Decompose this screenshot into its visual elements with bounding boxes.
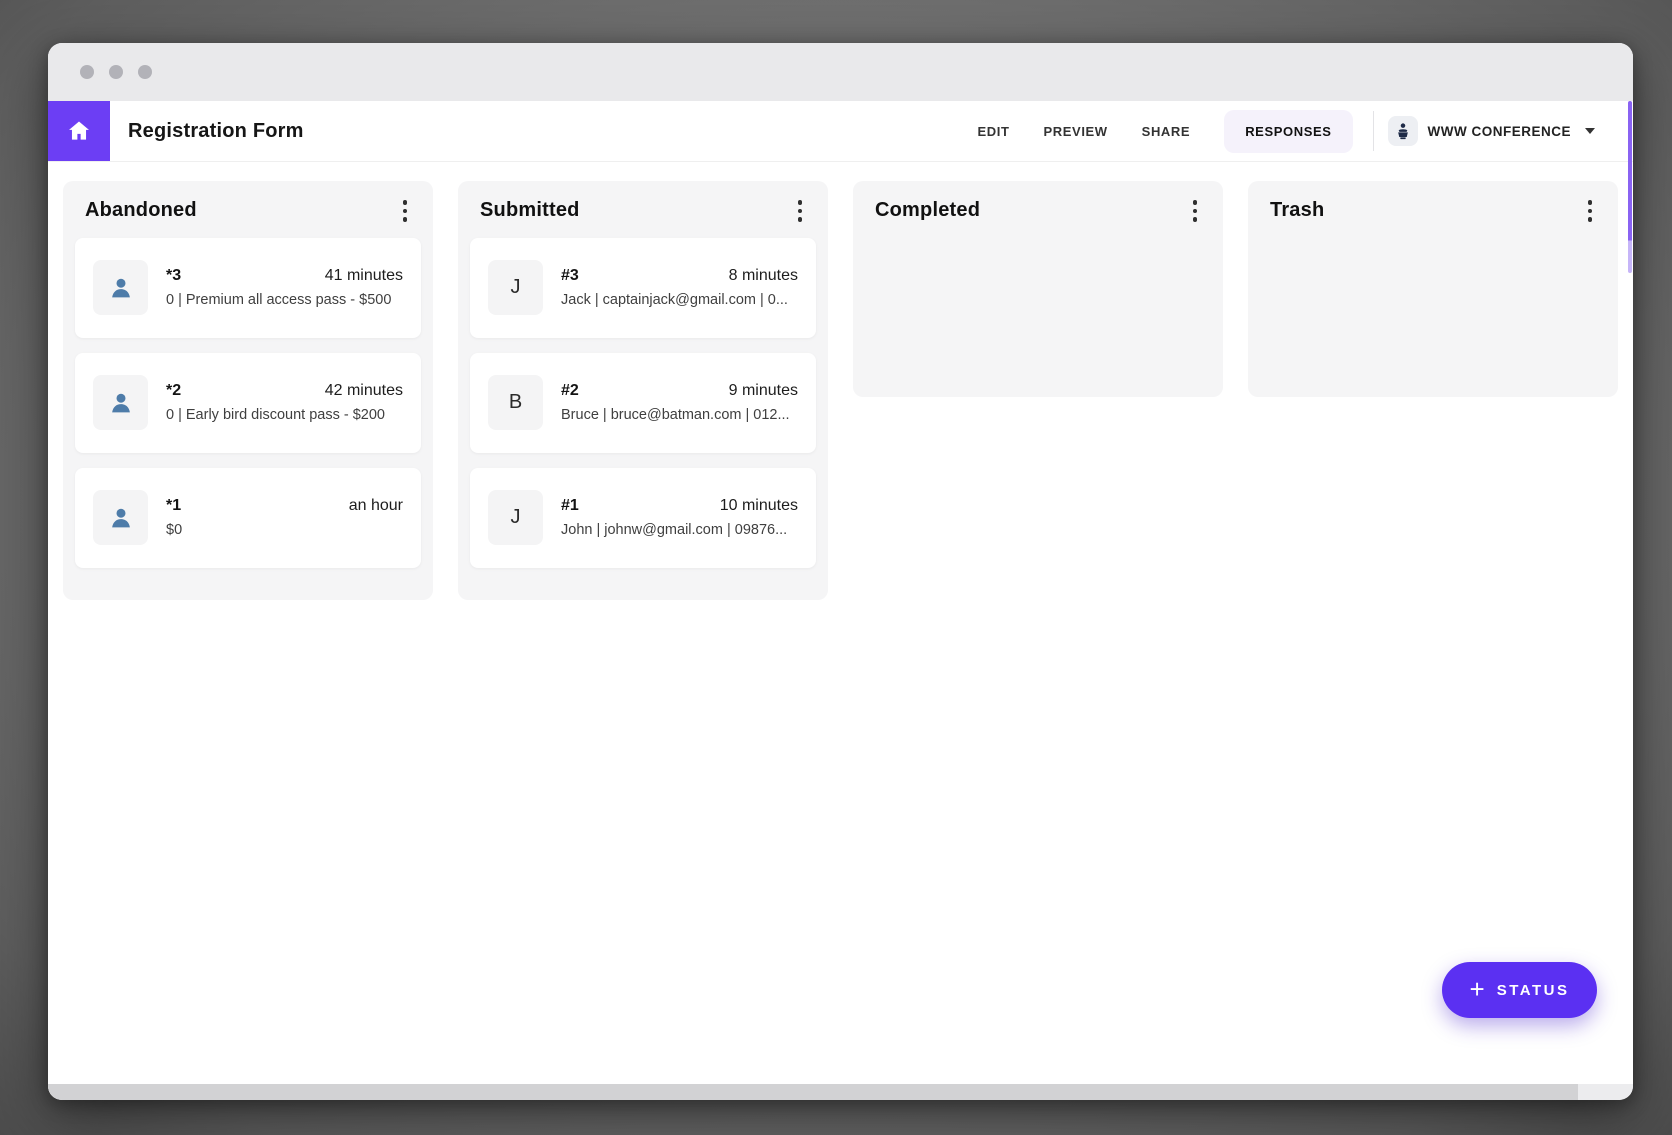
avatar-letter: B: [488, 375, 543, 430]
card-id: *2: [166, 382, 181, 400]
desktop-background: Registration Form EDIT PREVIEW SHARE RES…: [0, 0, 1672, 1135]
conference-speaker-icon: [1388, 116, 1418, 146]
column-title: Trash: [1270, 199, 1324, 222]
column-header: Submitted: [458, 181, 828, 238]
card-id: *3: [166, 267, 181, 285]
column-trash: Trash: [1248, 181, 1618, 397]
card-id: *1: [166, 497, 181, 515]
column-title: Submitted: [480, 199, 580, 222]
card-subtitle: 0 | Early bird discount pass - $200: [166, 407, 403, 423]
card-subtitle: Jack | captainjack@gmail.com | 0...: [561, 292, 798, 308]
plus-icon: +: [1470, 976, 1485, 1002]
response-card[interactable]: *1 an hour $0: [75, 468, 421, 568]
column-title: Completed: [875, 199, 980, 222]
window-control-dot[interactable]: [80, 65, 94, 79]
kebab-menu-icon[interactable]: [397, 196, 414, 226]
window-control-dot[interactable]: [109, 65, 123, 79]
avatar-letter: J: [488, 260, 543, 315]
column-cards: J #3 8 minutes Jack | captainjack@gmail.…: [458, 238, 828, 568]
chevron-down-icon: [1585, 128, 1595, 134]
kebab-menu-icon[interactable]: [792, 196, 809, 226]
column-cards: *3 41 minutes 0 | Premium all access pas…: [63, 238, 433, 568]
kebab-menu-icon[interactable]: [1187, 196, 1204, 226]
nav-share[interactable]: SHARE: [1142, 124, 1191, 139]
vertical-scrollbar[interactable]: [1628, 101, 1632, 273]
column-header: Abandoned: [63, 181, 433, 238]
person-icon: [106, 388, 136, 418]
nav-preview[interactable]: PREVIEW: [1044, 124, 1108, 139]
response-card[interactable]: B #2 9 minutes Bruce | bruce@batman.com …: [470, 353, 816, 453]
nav-divider: [1373, 111, 1374, 151]
response-card[interactable]: *3 41 minutes 0 | Premium all access pas…: [75, 238, 421, 338]
column-header: Completed: [853, 181, 1223, 238]
home-button[interactable]: [48, 101, 110, 161]
card-id: #1: [561, 497, 579, 515]
workspace-label: WWW CONFERENCE: [1428, 124, 1571, 139]
header-nav: EDIT PREVIEW SHARE RESPONSES WWW CONFERE: [961, 110, 1634, 153]
column-header: Trash: [1248, 181, 1618, 238]
response-card[interactable]: *2 42 minutes 0 | Early bird discount pa…: [75, 353, 421, 453]
home-icon: [66, 118, 92, 144]
card-id: #2: [561, 382, 579, 400]
nav-responses-active[interactable]: RESPONSES: [1224, 110, 1352, 153]
app-header: Registration Form EDIT PREVIEW SHARE RES…: [48, 101, 1633, 162]
card-subtitle: John | johnw@gmail.com | 09876...: [561, 522, 798, 538]
card-time: 42 minutes: [325, 382, 403, 400]
person-avatar-icon: [93, 260, 148, 315]
person-icon: [106, 273, 136, 303]
card-time: 8 minutes: [729, 267, 798, 285]
window-control-dot[interactable]: [138, 65, 152, 79]
nav-edit[interactable]: EDIT: [978, 124, 1010, 139]
card-subtitle: Bruce | bruce@batman.com | 012...: [561, 407, 798, 423]
person-avatar-icon: [93, 375, 148, 430]
card-time: 9 minutes: [729, 382, 798, 400]
person-icon: [106, 503, 136, 533]
fab-label: STATUS: [1497, 982, 1570, 999]
add-status-button[interactable]: + STATUS: [1442, 962, 1597, 1018]
person-avatar-icon: [93, 490, 148, 545]
window-titlebar[interactable]: [48, 43, 1633, 101]
responses-board: Abandoned *3 41 minutes 0 | Premium all …: [48, 162, 1633, 600]
card-subtitle: $0: [166, 522, 403, 538]
avatar-letter: J: [488, 490, 543, 545]
response-card[interactable]: J #1 10 minutes John | johnw@gmail.com |…: [470, 468, 816, 568]
response-card[interactable]: J #3 8 minutes Jack | captainjack@gmail.…: [470, 238, 816, 338]
card-time: 10 minutes: [720, 497, 798, 515]
horizontal-scrollbar-thumb[interactable]: [48, 1084, 1578, 1100]
kebab-menu-icon[interactable]: [1582, 196, 1599, 226]
column-abandoned: Abandoned *3 41 minutes 0 | Premium all …: [63, 181, 433, 600]
card-time: an hour: [349, 497, 403, 515]
card-time: 41 minutes: [325, 267, 403, 285]
card-subtitle: 0 | Premium all access pass - $500: [166, 292, 403, 308]
card-id: #3: [561, 267, 579, 285]
column-submitted: Submitted J #3 8 minutes Jack | captainj…: [458, 181, 828, 600]
page-title: Registration Form: [128, 120, 304, 143]
workspace-dropdown[interactable]: WWW CONFERENCE: [1388, 116, 1595, 146]
column-title: Abandoned: [85, 199, 197, 222]
column-completed: Completed: [853, 181, 1223, 397]
app-window: Registration Form EDIT PREVIEW SHARE RES…: [48, 43, 1633, 1100]
horizontal-scrollbar[interactable]: [48, 1084, 1633, 1100]
